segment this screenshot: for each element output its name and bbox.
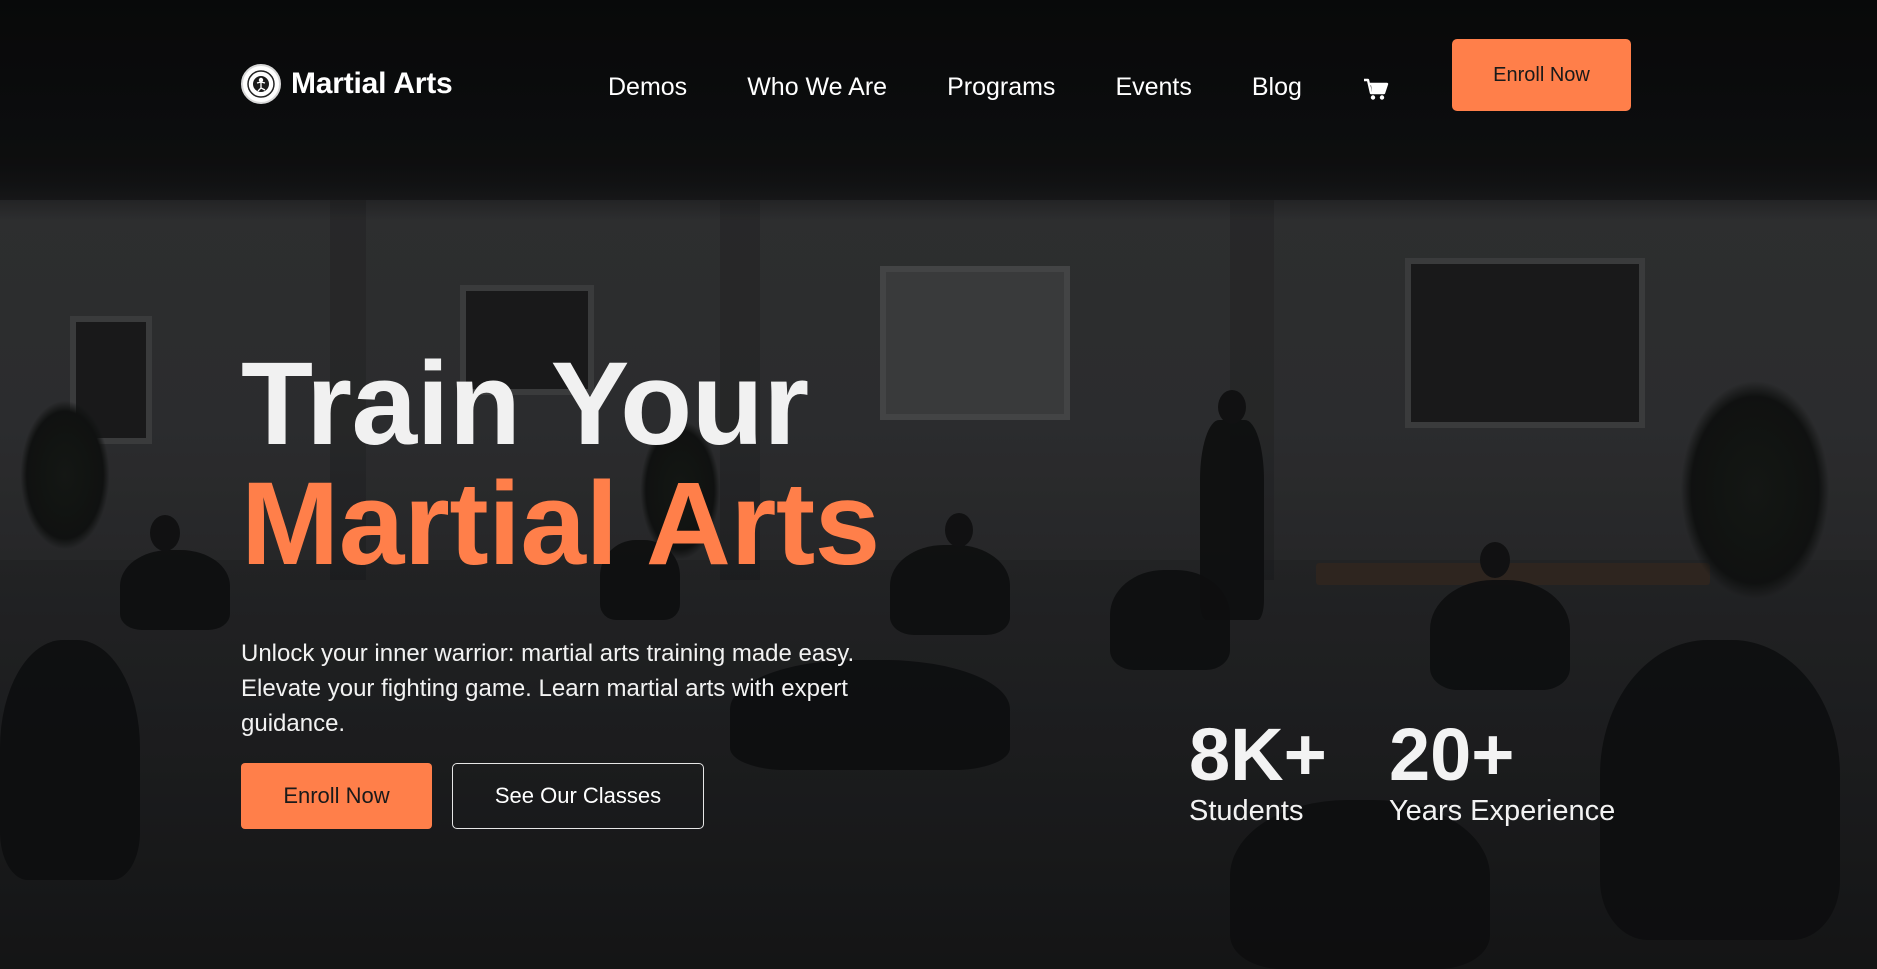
- stat-value: 8K+: [1189, 713, 1327, 796]
- enroll-now-button[interactable]: Enroll Now: [241, 763, 432, 829]
- stat-years-experience: 20+ Years Experience: [1389, 718, 1615, 828]
- martial-arts-emblem-icon: [241, 64, 281, 104]
- main-nav: Demos Who We Are Programs Events Blog: [608, 71, 1390, 103]
- brand-name: Martial Arts: [291, 67, 453, 100]
- stat-label: Years Experience: [1389, 795, 1616, 827]
- nav-item-who-we-are[interactable]: Who We Are: [747, 72, 887, 102]
- see-our-classes-button[interactable]: See Our Classes: [452, 763, 704, 829]
- hero-subtitle: Unlock your inner warrior: martial arts …: [241, 640, 855, 737]
- site-header: Martial Arts Demos Who We Are Programs E…: [0, 0, 1877, 150]
- hero-title-line-1: Train Your: [241, 338, 809, 470]
- stat-label: Students: [1189, 795, 1304, 827]
- hero-title-line-2: Martial Arts: [241, 458, 880, 590]
- shopping-cart-icon[interactable]: [1362, 75, 1390, 103]
- header-enroll-button[interactable]: Enroll Now: [1452, 39, 1631, 111]
- nav-item-demos[interactable]: Demos: [608, 72, 687, 102]
- nav-item-programs[interactable]: Programs: [947, 72, 1055, 102]
- stat-value: 20+: [1389, 713, 1515, 796]
- nav-item-blog[interactable]: Blog: [1252, 72, 1302, 102]
- stat-students: 8K+ Students: [1189, 718, 1327, 828]
- brand-link[interactable]: Martial Arts: [241, 64, 453, 104]
- nav-item-events[interactable]: Events: [1115, 72, 1191, 102]
